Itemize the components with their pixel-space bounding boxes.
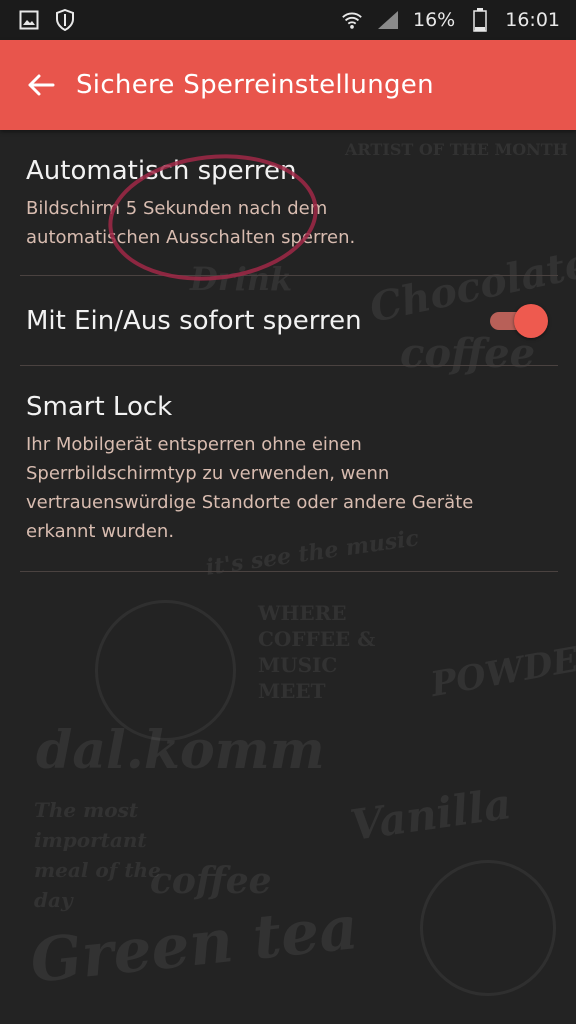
power-lock-toggle[interactable] (490, 304, 548, 338)
wallpaper-decoration (95, 600, 236, 741)
setting-title: Mit Ein/Aus sofort sperren (26, 306, 362, 336)
wallpaper-text: Vanilla (347, 778, 515, 851)
back-button[interactable] (24, 68, 58, 102)
wallpaper-text: dal.komm (36, 720, 325, 781)
clock: 16:01 (505, 9, 560, 31)
setting-title: Smart Lock (26, 392, 173, 422)
shield-icon (54, 9, 76, 31)
battery-percent: 16% (413, 9, 456, 31)
toggle-thumb (514, 304, 548, 338)
setting-summary: Ihr Mobilgerät entsperren ohne einen Spe… (26, 434, 474, 542)
wallpaper-text: The most important meal of the day (34, 798, 161, 912)
setting-power-lock[interactable]: Mit Ein/Aus sofort sperren (0, 276, 576, 366)
app-bar: Sichere Sperreinstellungen (0, 40, 576, 130)
divider (20, 571, 558, 572)
setting-smart-lock[interactable]: Smart Lock Ihr Mobilgerät entsperren ohn… (0, 366, 576, 572)
arrow-left-icon (27, 73, 55, 97)
wallpaper-text: Green tea (27, 893, 362, 997)
status-bar: 16% 16:01 (0, 0, 576, 40)
wallpaper-text: POWDER (427, 634, 576, 706)
wifi-icon (341, 9, 363, 31)
wallpaper-text: coffee (150, 860, 272, 902)
wallpaper-text: WHERE COFFEE & MUSIC MEET (258, 601, 376, 703)
battery-icon (469, 8, 491, 32)
page-title: Sichere Sperreinstellungen (76, 70, 434, 100)
signal-icon (377, 9, 399, 31)
gallery-icon (18, 9, 40, 31)
wallpaper-decoration (420, 860, 556, 996)
